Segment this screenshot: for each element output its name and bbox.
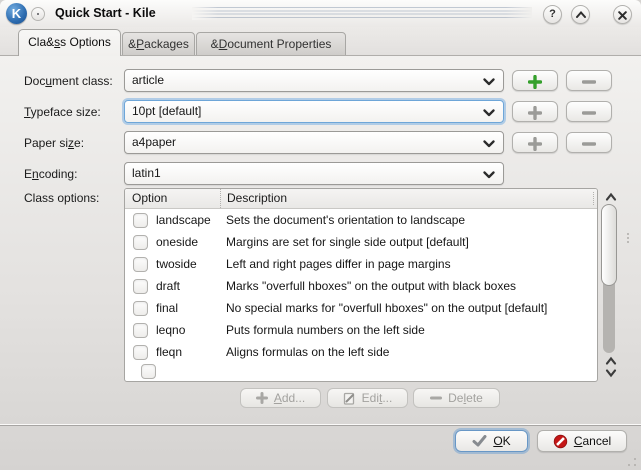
paper-size-remove-button[interactable] <box>566 132 612 153</box>
option-checkbox[interactable] <box>133 235 148 250</box>
encoding-value: latin1 <box>132 166 161 180</box>
document-class-select[interactable]: article <box>124 69 504 92</box>
paper-size-value: a4paper <box>132 135 176 149</box>
close-button[interactable] <box>613 5 632 24</box>
class-options-label: Class options: <box>24 191 99 205</box>
tab-document-properties[interactable]: &Document Properties <box>196 32 346 56</box>
chevron-down-icon <box>483 171 495 179</box>
table-row[interactable]: leqno Puts formula numbers on the left s… <box>125 319 597 341</box>
option-checkbox[interactable] <box>141 364 156 379</box>
kile-app-icon: K <box>6 3 27 24</box>
tab-class-options[interactable]: Cla&ss Options <box>18 29 121 56</box>
cancel-no-entry-icon <box>553 434 568 449</box>
footer-separator <box>0 424 641 426</box>
typeface-size-value: 10pt [default] <box>132 104 201 118</box>
table-row[interactable]: fleqn Aligns formulas on the left side <box>125 341 597 363</box>
plus-icon <box>528 137 542 151</box>
close-icon <box>618 11 627 20</box>
chevron-down-icon <box>483 109 495 117</box>
option-checkbox[interactable] <box>133 301 148 316</box>
paper-size-label: Paper size: <box>24 136 84 150</box>
plus-icon <box>256 392 268 404</box>
option-checkbox[interactable] <box>133 279 148 294</box>
typeface-size-label: Typeface size: <box>24 105 101 119</box>
window-title: Quick Start - Kile <box>55 6 156 20</box>
paper-size-add-button[interactable] <box>512 132 558 153</box>
column-header-option[interactable]: Option <box>125 189 220 208</box>
class-options-table[interactable]: Option Description landscape Sets the do… <box>124 188 598 382</box>
scrollbar-up-button-secondary[interactable] <box>603 354 619 366</box>
edit-pencil-icon <box>343 392 356 405</box>
table-row[interactable]: twoside Left and right pages differ in p… <box>125 253 597 275</box>
cancel-button[interactable]: Cancel <box>537 430 627 452</box>
quick-start-dialog: K Quick Start - Kile ? Cla&ss Options &P… <box>0 0 641 470</box>
scrollbar-up-button[interactable] <box>603 190 619 202</box>
scrollbar-thumb[interactable] <box>601 204 617 286</box>
minus-icon <box>582 75 596 89</box>
tab-packages[interactable]: &Packages <box>122 32 195 56</box>
titlebar[interactable]: K Quick Start - Kile ? <box>0 0 641 27</box>
option-checkbox[interactable] <box>133 213 148 228</box>
shade-button[interactable] <box>571 5 590 24</box>
minus-icon <box>582 106 596 120</box>
checkmark-icon <box>472 435 487 447</box>
typeface-size-select[interactable]: 10pt [default] <box>124 100 504 123</box>
titlebar-stripes-decoration <box>192 7 532 20</box>
option-checkbox[interactable] <box>133 257 148 272</box>
table-row[interactable]: final No special marks for "overfull hbo… <box>125 297 597 319</box>
ok-button[interactable]: OK <box>455 430 528 452</box>
chevron-down-icon <box>483 78 495 86</box>
help-button[interactable]: ? <box>543 5 562 24</box>
table-row[interactable]: draft Marks "overfull hboxes" on the out… <box>125 275 597 297</box>
delete-option-button[interactable]: Delete <box>413 388 500 408</box>
paper-size-select[interactable]: a4paper <box>124 131 504 154</box>
table-header[interactable]: Option Description <box>125 189 597 209</box>
plus-icon <box>528 106 542 120</box>
table-row[interactable]: landscape Sets the document's orientatio… <box>125 209 597 231</box>
window-edge-handle-dots <box>627 233 629 245</box>
plus-icon <box>528 75 542 89</box>
document-class-add-button[interactable] <box>512 70 558 91</box>
minus-icon <box>582 137 596 151</box>
encoding-select[interactable]: latin1 <box>124 162 504 185</box>
add-option-button[interactable]: Add... <box>240 388 321 408</box>
document-class-remove-button[interactable] <box>566 70 612 91</box>
option-checkbox[interactable] <box>133 345 148 360</box>
table-row[interactable]: oneside Margins are set for single side … <box>125 231 597 253</box>
chevron-up-icon <box>576 11 586 18</box>
document-class-value: article <box>132 73 164 87</box>
column-header-description[interactable]: Description <box>220 189 597 208</box>
minus-icon <box>430 392 442 404</box>
scrollbar-down-button[interactable] <box>603 366 619 378</box>
edit-option-button[interactable]: Edit... <box>327 388 408 408</box>
option-checkbox[interactable] <box>133 323 148 338</box>
document-class-label: Document class: <box>24 74 113 88</box>
chevron-down-icon <box>603 367 619 379</box>
typeface-size-add-button[interactable] <box>512 101 558 122</box>
chevron-down-icon <box>483 140 495 148</box>
window-menu-button[interactable] <box>31 7 45 21</box>
tab-bar: Cla&ss Options &Packages &Document Prope… <box>0 27 641 56</box>
typeface-size-remove-button[interactable] <box>566 101 612 122</box>
chevron-up-icon <box>603 191 619 203</box>
encoding-label: Encoding: <box>24 167 77 181</box>
